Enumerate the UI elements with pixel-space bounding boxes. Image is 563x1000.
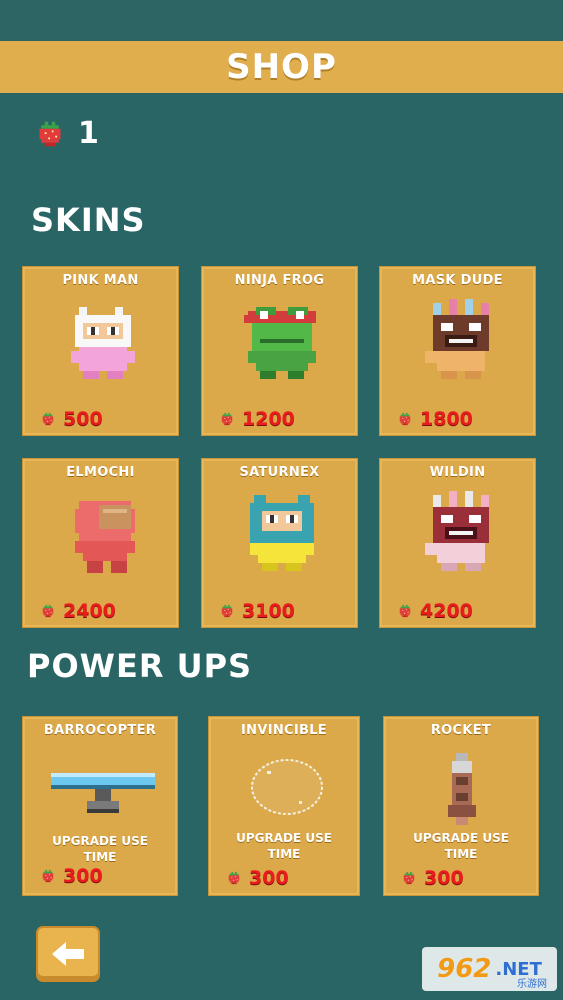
watermark-subtitle: 乐游网: [517, 979, 547, 990]
skin-card-wildin[interactable]: WILDIN 4200: [379, 458, 536, 628]
skin-name: PINK MAN: [62, 273, 139, 288]
price-value: 3100: [242, 600, 295, 622]
currency-count: 1: [78, 116, 99, 151]
powerup-name: ROCKET: [430, 723, 492, 738]
skin-name: ELMOCHI: [66, 465, 135, 480]
top-strip: [0, 0, 563, 41]
powerup-name: INVINCIBLE: [241, 723, 327, 738]
skin-name: MASK DUDE: [412, 273, 503, 288]
strawberry-icon: [41, 604, 55, 618]
pink-man-sprite: [71, 307, 135, 379]
powerup-description: UPGRADE USE TIME: [413, 831, 509, 861]
skin-card-mask-dude[interactable]: MASK DUDE 1800: [379, 266, 536, 436]
skin-price: 500: [41, 408, 103, 430]
powerup-price: 300: [227, 867, 289, 889]
price-value: 300: [63, 865, 103, 887]
powerup-description: UPGRADE USE TIME: [52, 834, 148, 864]
ninja-frog-sprite: [244, 307, 316, 379]
price-value: 1800: [420, 408, 473, 430]
powerup-card-rocket[interactable]: ROCKET UPGRADE USE TIME 300: [383, 716, 539, 896]
strawberry-icon: [227, 871, 241, 885]
price-value: 4200: [420, 600, 473, 622]
invincible-bubble-sprite: [251, 759, 323, 815]
powerup-name: BARROCOPTER: [43, 723, 157, 738]
back-button[interactable]: [36, 926, 100, 982]
price-value: 2400: [63, 600, 116, 622]
skin-price: 1800: [398, 408, 473, 430]
strawberry-icon: [402, 871, 416, 885]
skin-price: 3100: [220, 600, 295, 622]
powerup-price: 300: [41, 865, 103, 887]
skin-card-ninja-frog[interactable]: NINJA FROG 1200: [201, 266, 358, 436]
price-value: 500: [63, 408, 103, 430]
strawberry-icon: [398, 604, 412, 618]
rocket-sprite: [448, 753, 476, 825]
price-value: 300: [424, 867, 464, 889]
skin-price: 4200: [398, 600, 473, 622]
skin-card-elmochi[interactable]: ELMOCHI 2400: [22, 458, 179, 628]
powerup-card-invincible[interactable]: INVINCIBLE UPGRADE USE TIME 300: [208, 716, 360, 896]
mask-dude-sprite: [425, 299, 489, 379]
wildin-sprite: [425, 491, 489, 571]
elmochi-sprite: [75, 501, 135, 573]
currency-display: 1: [36, 116, 99, 151]
powerup-description: UPGRADE USE TIME: [236, 831, 332, 861]
strawberry-icon: [41, 869, 55, 883]
strawberry-icon: [398, 412, 412, 426]
strawberry-icon: [41, 412, 55, 426]
strawberry-icon: [220, 604, 234, 618]
shop-header: SHOP: [0, 41, 563, 93]
arrow-left-icon: [52, 942, 84, 966]
powerups-section-title: POWER UPS: [27, 647, 253, 685]
price-value: 1200: [242, 408, 295, 430]
skins-section-title: SKINS: [31, 201, 146, 239]
price-value: 300: [249, 867, 289, 889]
skin-price: 1200: [220, 408, 295, 430]
skin-name: WILDIN: [429, 465, 486, 480]
skin-name: NINJA FROG: [234, 273, 325, 288]
skin-card-saturnex[interactable]: SATURNEX 3100: [201, 458, 358, 628]
watermark-logo: 962 .NET 乐游网: [422, 947, 557, 991]
powerup-price: 300: [402, 867, 464, 889]
barrocopter-sprite: [51, 773, 155, 813]
saturnex-sprite: [250, 495, 314, 571]
watermark-number: 962: [437, 954, 492, 984]
skin-price: 2400: [41, 600, 116, 622]
strawberry-icon: [36, 120, 64, 148]
skin-name: SATURNEX: [239, 465, 320, 480]
page-title: SHOP: [226, 47, 337, 87]
skin-card-pink-man[interactable]: PINK MAN 500: [22, 266, 179, 436]
powerup-card-barrocopter[interactable]: BARROCOPTER UPGRADE USE TIME 300: [22, 716, 178, 896]
strawberry-icon: [220, 412, 234, 426]
